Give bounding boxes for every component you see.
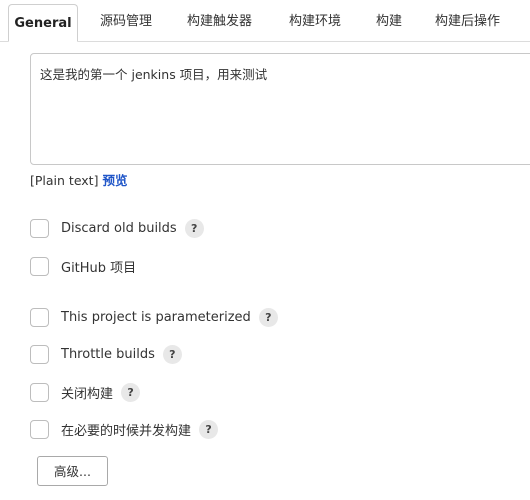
- tab-build[interactable]: 构建: [376, 0, 402, 42]
- help-icon[interactable]: ?: [121, 382, 141, 402]
- advanced-button[interactable]: 高级...: [37, 456, 108, 486]
- throttle-builds-label[interactable]: Throttle builds: [61, 347, 155, 362]
- disable-build-checkbox[interactable]: [30, 382, 49, 402]
- tab-post-build-actions[interactable]: 构建后操作: [435, 0, 500, 42]
- help-icon[interactable]: ?: [199, 419, 219, 439]
- concurrent-builds-label[interactable]: 在必要的时候并发构建: [61, 420, 191, 439]
- option-discard-old-builds: Discard old builds ?: [30, 216, 204, 240]
- description-format-line: [Plain text] 预览: [30, 170, 127, 189]
- tab-build-environment[interactable]: 构建环境: [289, 0, 341, 42]
- help-icon[interactable]: ?: [184, 218, 204, 238]
- throttle-builds-checkbox[interactable]: [30, 344, 49, 364]
- option-throttle-builds: Throttle builds ?: [30, 342, 182, 366]
- help-icon[interactable]: ?: [258, 307, 278, 327]
- discard-old-builds-label[interactable]: Discard old builds: [61, 221, 177, 236]
- parameterized-checkbox[interactable]: [30, 307, 49, 327]
- option-parameterized: This project is parameterized ?: [30, 305, 278, 329]
- tab-source-code-management[interactable]: 源码管理: [100, 0, 152, 42]
- help-icon[interactable]: ?: [162, 344, 182, 364]
- preview-link[interactable]: 预览: [102, 173, 127, 188]
- option-disable-build: 关闭构建 ?: [30, 380, 141, 404]
- github-project-checkbox[interactable]: [30, 256, 49, 276]
- concurrent-builds-checkbox[interactable]: [30, 419, 49, 439]
- config-tab-bar: General 源码管理 构建触发器 构建环境 构建 构建后操作: [0, 0, 530, 42]
- github-project-label[interactable]: GitHub 项目: [61, 257, 136, 276]
- discard-old-builds-checkbox[interactable]: [30, 218, 49, 238]
- tab-build-triggers[interactable]: 构建触发器: [187, 0, 252, 42]
- parameterized-label[interactable]: This project is parameterized: [61, 310, 251, 325]
- plain-text-label: [Plain text]: [30, 173, 99, 188]
- option-concurrent-builds: 在必要的时候并发构建 ?: [30, 417, 219, 441]
- description-textarea[interactable]: 这是我的第一个 jenkins 项目，用来测试: [30, 53, 530, 165]
- disable-build-label[interactable]: 关闭构建: [61, 383, 113, 402]
- option-github-project: GitHub 项目: [30, 254, 136, 278]
- tab-general[interactable]: General: [8, 4, 78, 42]
